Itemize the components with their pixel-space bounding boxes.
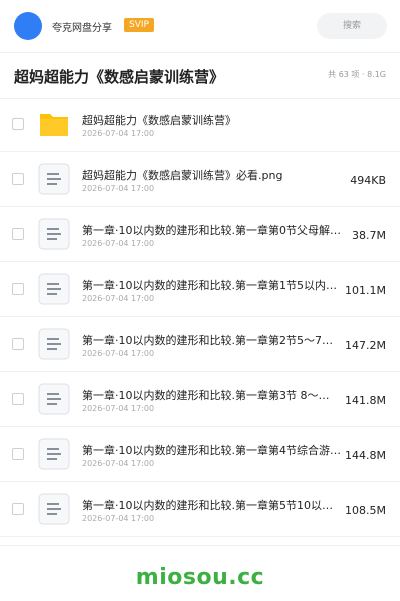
file-row[interactable]: 第一章·10以内数的建形和比较.第一章第5节10以… 2026-07-04 17:… xyxy=(0,483,400,537)
row-checkbox[interactable] xyxy=(12,228,24,240)
file-name: 第一章·10以内数的建形和比较.第一章第3节 8～… xyxy=(82,389,330,402)
row-checkbox[interactable] xyxy=(12,503,24,515)
file-size: 101.1M xyxy=(345,284,386,297)
document-icon xyxy=(38,493,70,525)
svip-badge: SVIP xyxy=(124,18,154,32)
page-title: 超妈超能力《数感启蒙训练营》 xyxy=(14,68,225,86)
share-user-name: 夸克网盘分享 xyxy=(52,23,112,34)
file-date: 2026-07-04 17:00 xyxy=(82,514,155,523)
file-date: 2026-07-04 17:00 xyxy=(82,459,155,468)
file-size: 108.5M xyxy=(345,504,386,517)
file-size: 494KB xyxy=(350,174,386,187)
file-row[interactable]: 第一章·10以内数的建形和比较.第一章第4节综合游… 2026-07-04 17:… xyxy=(0,428,400,482)
file-name: 第一章·10以内数的建形和比较.第一章第1节5以内… xyxy=(82,279,337,292)
folder-header: 超妈超能力《数感启蒙训练营》 共 63 项 · 8.1G xyxy=(0,52,400,99)
avatar[interactable] xyxy=(14,12,42,40)
file-name: 第一章·10以内数的建形和比较.第一章第4节综合游… xyxy=(82,444,341,457)
file-date: 2026-07-04 17:00 xyxy=(82,184,155,193)
file-date: 2026-07-04 17:00 xyxy=(82,294,155,303)
row-checkbox[interactable] xyxy=(12,173,24,185)
document-icon xyxy=(38,218,70,250)
file-list: 超妈超能力《数感启蒙训练营》 2026-07-04 17:00 超妈超能力《数感启蒙… xyxy=(0,98,400,537)
top-bar: 夸克网盘分享 SVIP 搜索 xyxy=(0,0,400,53)
file-row[interactable]: 超妈超能力《数感启蒙训练营》 2026-07-04 17:00 xyxy=(0,98,400,152)
file-date: 2026-07-04 17:00 xyxy=(82,239,155,248)
document-icon xyxy=(38,383,70,415)
row-checkbox[interactable] xyxy=(12,283,24,295)
document-icon xyxy=(38,273,70,305)
file-size: 38.7M xyxy=(352,229,386,242)
row-checkbox[interactable] xyxy=(12,118,24,130)
file-name: 第一章·10以内数的建形和比较.第一章第5节10以… xyxy=(82,499,333,512)
document-icon xyxy=(38,163,70,195)
file-row[interactable]: 第一章·10以内数的建形和比较.第一章第1节5以内… 2026-07-04 17:… xyxy=(0,263,400,317)
document-icon xyxy=(38,328,70,360)
row-checkbox[interactable] xyxy=(12,393,24,405)
file-row[interactable]: 第一章·10以内数的建形和比较.第一章第0节父母解… 2026-07-04 17:… xyxy=(0,208,400,262)
file-row[interactable]: 超妈超能力《数感启蒙训练营》必看.png 2026-07-04 17:00 494K… xyxy=(0,153,400,207)
file-name: 超妈超能力《数感启蒙训练营》必看.png xyxy=(82,169,283,182)
folder-icon xyxy=(38,108,70,140)
file-size: 147.2M xyxy=(345,339,386,352)
folder-meta: 共 63 项 · 8.1G xyxy=(328,70,386,79)
file-date: 2026-07-04 17:00 xyxy=(82,129,155,138)
file-name: 第一章·10以内数的建形和比较.第一章第0节父母解… xyxy=(82,224,341,237)
file-row[interactable]: 第一章·10以内数的建形和比较.第一章第3节 8～… 2026-07-04 17:… xyxy=(0,373,400,427)
search-input[interactable]: 搜索 xyxy=(317,13,387,39)
file-name: 第一章·10以内数的建形和比较.第一章第2节5～7… xyxy=(82,334,333,347)
row-checkbox[interactable] xyxy=(12,338,24,350)
watermark: miosou.cc xyxy=(135,565,265,590)
file-date: 2026-07-04 17:00 xyxy=(82,349,155,358)
file-name: 超妈超能力《数感启蒙训练营》 xyxy=(82,114,236,127)
file-size: 141.8M xyxy=(345,394,386,407)
file-size: 144.8M xyxy=(345,449,386,462)
row-checkbox[interactable] xyxy=(12,448,24,460)
file-date: 2026-07-04 17:00 xyxy=(82,404,155,413)
file-row[interactable]: 第一章·10以内数的建形和比较.第一章第2节5～7… 2026-07-04 17:… xyxy=(0,318,400,372)
document-icon xyxy=(38,438,70,470)
